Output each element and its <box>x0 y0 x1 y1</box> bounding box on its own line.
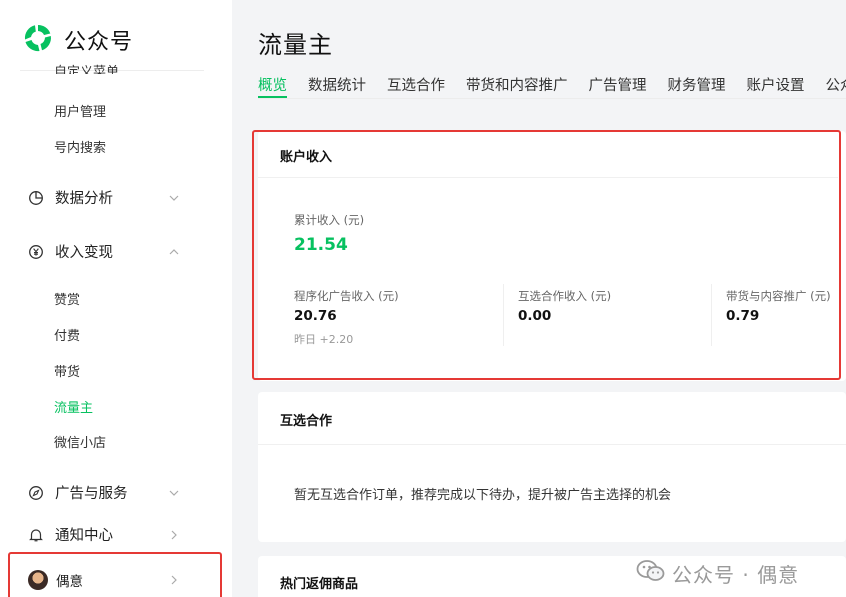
tab-overview[interactable]: 概览 <box>258 74 287 98</box>
yesterday-delta: 昨日 +2.20 <box>294 333 354 346</box>
tab-finance-management[interactable]: 财务管理 <box>668 74 726 96</box>
card-divider <box>258 177 838 178</box>
bell-icon <box>28 527 44 543</box>
chevron-down-icon <box>168 192 180 204</box>
tab-sales-content-promotion[interactable]: 带货和内容推广 <box>466 74 568 96</box>
sidebar: 公众号 自定义菜单 用户管理 号内搜索 数据分析 收入变现 赞赏 付费 带货 流… <box>0 0 232 597</box>
tab-account-settings[interactable]: 账户设置 <box>747 74 805 96</box>
sidebar-group-label: 收入变现 <box>55 245 113 261</box>
sales-promotion-income-label: 带货与内容推广 (元) <box>726 289 831 303</box>
yen-circle-icon <box>28 244 44 260</box>
wechat-icon <box>636 559 672 588</box>
sidebar-item-custom-menu[interactable]: 自定义菜单 <box>54 62 119 74</box>
sales-promotion-income-value: 0.79 <box>726 308 760 324</box>
sidebar-group-label: 广告与服务 <box>55 486 128 502</box>
sidebar-item-reward[interactable]: 赞赏 <box>54 289 80 308</box>
tab-mutual-cooperation[interactable]: 互选合作 <box>387 74 445 96</box>
user-account-menu[interactable]: 偶意 <box>28 570 180 590</box>
pie-chart-icon <box>28 190 44 206</box>
sidebar-group-income[interactable]: 收入变现 <box>28 241 180 262</box>
sidebar-item-in-account-search[interactable]: 号内搜索 <box>54 137 106 156</box>
sidebar-group-label: 数据分析 <box>55 191 113 207</box>
chevron-right-icon <box>168 529 180 541</box>
total-income-label: 累计收入 (元) <box>294 213 365 227</box>
sidebar-item-paid[interactable]: 付费 <box>54 325 80 344</box>
mutual-income-value: 0.00 <box>518 308 552 324</box>
metric-divider <box>503 284 504 346</box>
tab-data-statistics[interactable]: 数据统计 <box>308 74 366 96</box>
compass-icon <box>28 485 44 501</box>
page-title: 流量主 <box>258 31 333 59</box>
watermark-text: 公众号 · 偶意 <box>672 563 800 587</box>
tab-public[interactable]: 公众 <box>826 74 846 96</box>
sidebar-item-user-management[interactable]: 用户管理 <box>54 101 106 120</box>
programmatic-ad-income-label: 程序化广告收入 (元) <box>294 289 399 303</box>
mutual-income-label: 互选合作收入 (元) <box>518 289 612 303</box>
total-income-value: 21.54 <box>294 235 348 255</box>
logo-text: 公众号 <box>64 30 134 55</box>
sidebar-group-data-analysis[interactable]: 数据分析 <box>28 187 180 208</box>
watermark: 公众号 · 偶意 <box>636 559 799 588</box>
sidebar-item-wechat-shop[interactable]: 微信小店 <box>54 432 106 451</box>
sidebar-group-label: 通知中心 <box>55 528 113 544</box>
user-name: 偶意 <box>56 574 83 590</box>
chevron-right-icon <box>168 574 180 586</box>
hot-products-title: 热门返佣商品 <box>280 577 359 592</box>
metric-divider <box>711 284 712 346</box>
chevron-up-icon <box>168 246 180 258</box>
avatar <box>28 570 48 590</box>
tabs-divider <box>258 98 846 99</box>
tab-bar: 概览 数据统计 互选合作 带货和内容推广 广告管理 财务管理 账户设置 公众 <box>258 74 846 98</box>
wechat-mp-logo-icon <box>22 22 54 58</box>
programmatic-ad-income-value: 20.76 <box>294 308 337 324</box>
mutual-cooperation-title: 互选合作 <box>280 414 333 429</box>
mutual-cooperation-card <box>258 392 846 542</box>
account-income-title: 账户收入 <box>280 150 333 165</box>
sidebar-item-sales[interactable]: 带货 <box>54 361 80 380</box>
tab-ad-management[interactable]: 广告管理 <box>589 74 647 96</box>
logo[interactable]: 公众号 <box>22 22 133 58</box>
chevron-down-icon <box>168 487 180 499</box>
sidebar-item-notification-center[interactable]: 通知中心 <box>28 524 180 545</box>
sidebar-item-traffic-owner[interactable]: 流量主 <box>54 397 93 416</box>
sidebar-group-ads-services[interactable]: 广告与服务 <box>28 482 180 503</box>
mutual-empty-message: 暂无互选合作订单，推荐完成以下待办，提升被广告主选择的机会 <box>294 488 672 503</box>
card-divider <box>258 444 846 445</box>
